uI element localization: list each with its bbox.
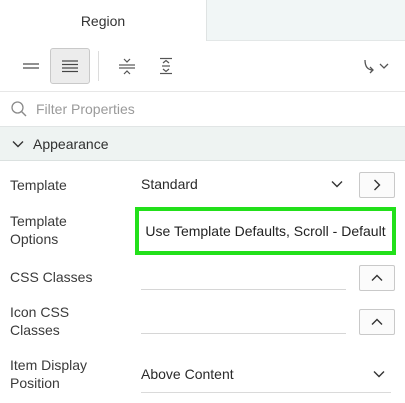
tab-region[interactable]: Region — [0, 0, 207, 42]
css-classes-label: CSS Classes — [10, 269, 93, 285]
item-display-position-value: Above Content — [141, 366, 234, 382]
chevron-up-icon — [371, 274, 383, 281]
item-display-position-select[interactable]: Above Content — [141, 361, 391, 387]
collapse-all-icon — [119, 58, 135, 75]
tab-bar: Region — [0, 0, 405, 42]
go-to-group-icon — [364, 59, 389, 74]
template-options-button[interactable]: Use Template Defaults, Scroll - Default — [135, 207, 396, 255]
css-classes-input[interactable] — [141, 264, 346, 290]
icon-css-classes-input[interactable] — [141, 308, 346, 334]
chevron-right-icon — [374, 179, 381, 191]
search-icon — [11, 101, 27, 117]
template-label: Template — [10, 177, 67, 193]
comfortable-view-button[interactable] — [50, 48, 90, 84]
filter-bar — [0, 91, 405, 127]
filter-properties-input[interactable] — [36, 101, 376, 117]
chevron-down-icon — [12, 140, 24, 147]
template-select[interactable]: Standard — [141, 171, 349, 197]
icon-css-classes-label: Icon CSS Classes — [10, 304, 70, 338]
chevron-up-icon — [371, 318, 383, 325]
template-options-label: Template Options — [10, 213, 67, 247]
compact-view-icon — [23, 63, 39, 69]
chevron-down-icon — [373, 371, 385, 378]
compact-view-button[interactable] — [11, 48, 51, 84]
item-display-position-underline — [141, 392, 391, 393]
css-classes-picker-button[interactable] — [359, 265, 395, 291]
chevron-down-icon — [331, 181, 343, 188]
icon-css-classes-picker-button[interactable] — [359, 309, 395, 335]
tab-region-label: Region — [80, 13, 126, 29]
comfortable-view-icon — [62, 60, 78, 73]
toolbar-separator — [98, 51, 99, 81]
go-to-group-button[interactable] — [355, 48, 397, 84]
expand-all-button[interactable] — [146, 48, 186, 84]
template-value: Standard — [141, 176, 198, 192]
template-options-value: Use Template Defaults, Scroll - Default — [145, 223, 386, 239]
collapse-all-button[interactable] — [107, 48, 147, 84]
property-editor-toolbar — [0, 41, 405, 91]
template-go-button[interactable] — [359, 172, 395, 198]
item-display-position-label: Item Display Position — [10, 357, 88, 391]
section-appearance-header[interactable]: Appearance — [0, 127, 405, 161]
section-title: Appearance — [33, 135, 109, 152]
expand-all-icon — [160, 57, 172, 75]
